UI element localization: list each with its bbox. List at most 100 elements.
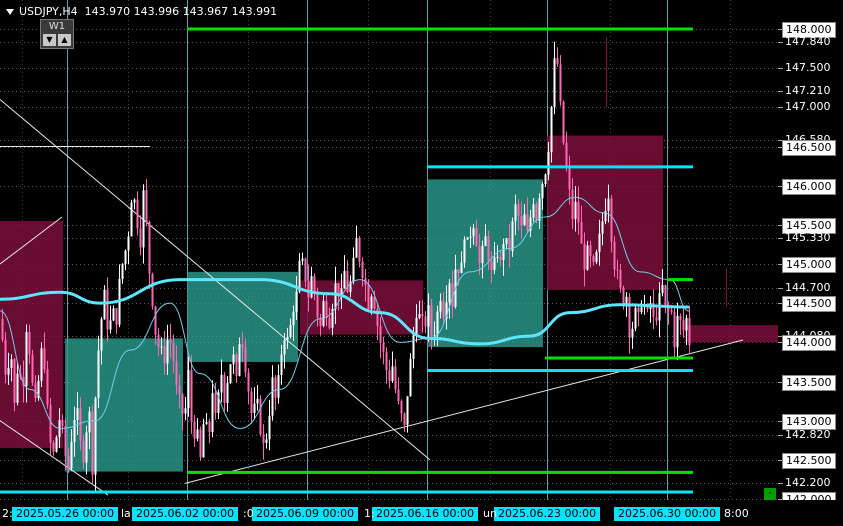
candle-body — [619, 270, 622, 288]
candle-body — [457, 269, 460, 274]
candle-body — [640, 307, 643, 313]
candle-body — [628, 296, 631, 338]
time-label: 2025.06.23 00:00 — [494, 507, 601, 521]
candle-body — [124, 250, 127, 265]
candle-body — [28, 332, 31, 355]
candle-body — [469, 236, 472, 238]
candle-body — [394, 366, 397, 390]
timeframe-label: W1 — [48, 21, 66, 32]
candle-body — [31, 354, 34, 383]
candle-body — [244, 347, 247, 373]
candle-body — [499, 256, 502, 260]
candle-body — [412, 334, 415, 359]
candle-body — [286, 336, 289, 340]
candle-body — [631, 328, 634, 338]
candle-body — [466, 237, 469, 240]
candle-body — [85, 432, 88, 463]
price-label: 142.500 — [782, 453, 836, 469]
candle-body — [112, 308, 115, 321]
candle-body — [562, 101, 565, 143]
candle-body — [226, 383, 229, 404]
timeframe-down-button[interactable]: ▼ — [43, 34, 56, 46]
candle-body — [463, 239, 466, 263]
price-label: 147.210 — [785, 84, 831, 97]
candle-body — [316, 291, 319, 318]
candle-body — [64, 425, 67, 456]
candle-body — [556, 58, 559, 65]
collapse-button[interactable]: - — [764, 488, 776, 500]
candle-body — [280, 354, 283, 375]
candle-body — [682, 320, 685, 331]
time-label: 2025.06.02 00:00 — [132, 507, 239, 521]
candle-body — [361, 261, 364, 279]
time-label-fragment: 8:00 — [724, 507, 749, 520]
candle-body — [415, 317, 418, 335]
candle-body — [397, 389, 400, 402]
candle-body — [385, 351, 388, 371]
timeframe-up-button[interactable]: ▲ — [58, 34, 71, 46]
chart-window[interactable]: USDJPY,H4 143.970 143.996 143.967 143.99… — [0, 0, 843, 526]
candle-body — [271, 377, 274, 416]
price-label: 147.000 — [785, 100, 831, 113]
candle-body — [67, 455, 70, 469]
time-label: 2025.06.09 00:00 — [252, 507, 359, 521]
timeframe-panel: W1 ▼ ▲ — [40, 19, 74, 49]
candle-body — [604, 210, 607, 222]
candle-body — [550, 107, 553, 153]
candle-body — [538, 198, 541, 221]
candle-body — [193, 421, 196, 439]
candle-body — [49, 404, 52, 443]
candle-body — [94, 397, 97, 475]
candle-body — [289, 325, 292, 337]
price-label: 142.820 — [785, 428, 831, 441]
candle-body — [352, 257, 355, 282]
price-label: 142.200 — [785, 476, 831, 489]
candle-body — [421, 314, 424, 317]
time-label-fragment: la — [121, 507, 131, 520]
candle-body — [409, 358, 412, 397]
price-axis[interactable]: 148.000 147.840 147.500 147.210 147.000 146.5… — [778, 0, 843, 508]
candle-body — [595, 251, 598, 263]
candle-body — [355, 237, 358, 258]
candle-body — [262, 434, 265, 443]
candle-body — [142, 190, 145, 248]
candle-body — [460, 262, 463, 274]
candle-body — [109, 320, 112, 330]
candle-body — [220, 374, 223, 393]
candle-body — [613, 241, 616, 270]
candle-body — [121, 264, 124, 279]
candle-body — [61, 419, 64, 426]
candle-body — [283, 339, 286, 355]
candle-body — [76, 408, 79, 420]
zone-rect — [685, 325, 778, 343]
candle-body — [73, 419, 76, 443]
candle-body — [400, 401, 403, 414]
dropdown-arrow-icon[interactable] — [6, 9, 14, 15]
candle-body — [223, 374, 226, 404]
candle-body — [427, 305, 430, 327]
candle-body — [322, 300, 325, 326]
time-label-fragment: un — [483, 507, 497, 520]
time-axis[interactable]: 2025.05.26 00:00 2025.06.02 00:00 2025.06.… — [0, 500, 843, 526]
candle-body — [172, 342, 175, 362]
candle-body — [547, 152, 550, 175]
symbol-header[interactable]: USDJPY,H4 143.970 143.996 143.967 143.99… — [6, 4, 277, 20]
candle-body — [502, 244, 505, 260]
candle-body — [418, 314, 421, 318]
candle-body — [478, 246, 481, 264]
candle-body — [13, 359, 16, 403]
candle-body — [379, 325, 382, 343]
candle-body — [166, 340, 169, 364]
candle-body — [70, 442, 73, 469]
candle-body — [481, 245, 484, 264]
price-chart[interactable] — [0, 0, 778, 500]
candle-body — [673, 311, 676, 348]
candle-body — [484, 236, 487, 246]
candle-body — [655, 317, 658, 321]
candle-body — [388, 370, 391, 382]
candle-body — [535, 204, 538, 221]
candle-body — [532, 204, 535, 218]
time-label: 2025.06.16 00:00 — [372, 507, 479, 521]
price-label: 147.500 — [785, 61, 831, 74]
candle-body — [127, 236, 130, 251]
